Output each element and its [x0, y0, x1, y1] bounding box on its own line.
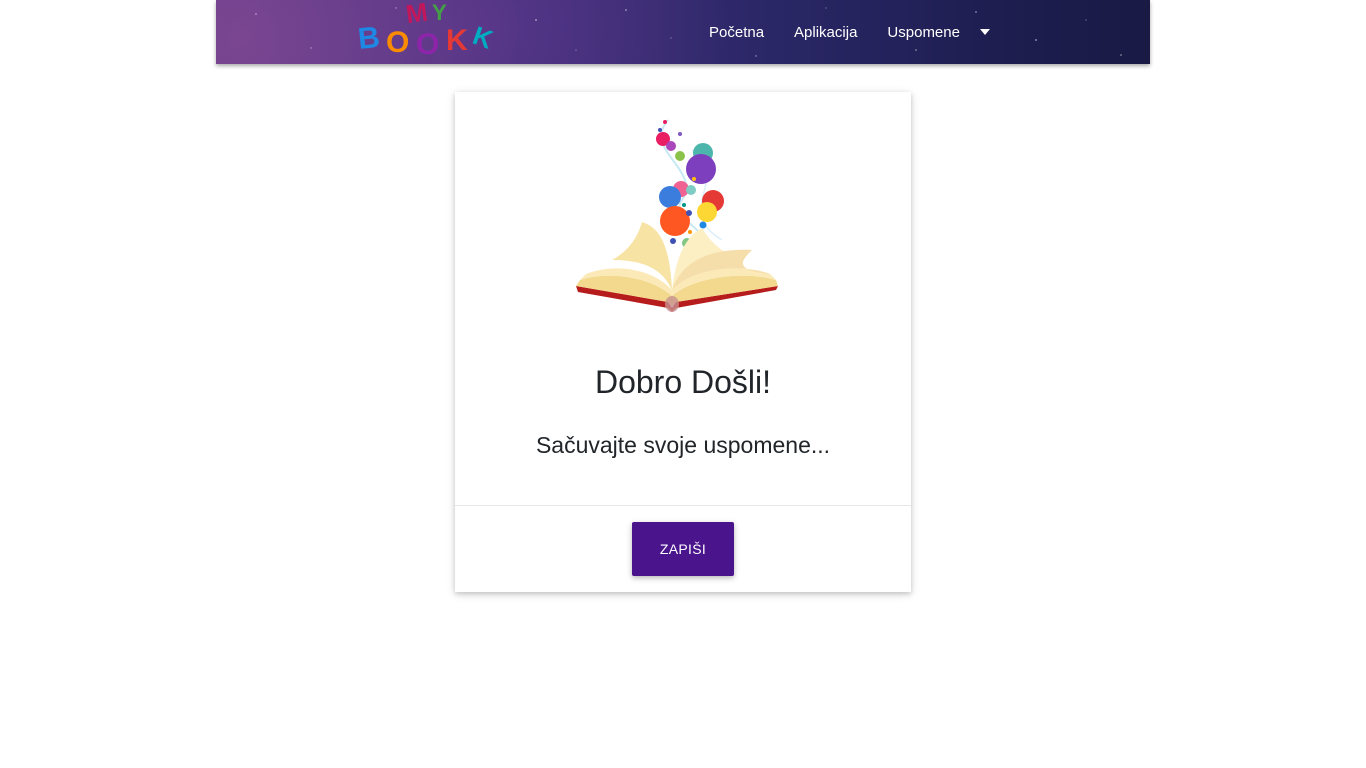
nav-links: Početna Aplikacija Uspomene — [709, 0, 990, 64]
open-book-bubbles-illustration — [576, 119, 778, 312]
svg-text:O: O — [416, 28, 439, 58]
zapisi-button[interactable]: ZAPIŠI — [632, 522, 734, 576]
svg-text:K: K — [446, 24, 468, 57]
welcome-title: Dobro Došli! — [594, 364, 772, 400]
svg-text:B: B — [358, 21, 381, 56]
welcome-subtitle: Sačuvajte svoje uspomene... — [535, 432, 831, 458]
svg-text:K: K — [469, 20, 497, 55]
svg-text:O: O — [386, 26, 409, 58]
nav-dropdown-label[interactable]: Uspomene — [887, 24, 960, 41]
nav-link-pocetna[interactable]: Početna — [709, 24, 764, 41]
navbar: M Y B O O K K Početna Aplikacija Uspomen… — [216, 0, 1150, 64]
card-divider — [455, 505, 911, 506]
welcome-card: Dobro Došli! Sačuvajte svoje uspomene...… — [455, 92, 911, 592]
caret-down-icon[interactable] — [979, 29, 990, 35]
mybook-logo-icon[interactable]: M Y B O O K K — [358, 0, 506, 58]
nav-link-aplikacija[interactable]: Aplikacija — [794, 24, 857, 41]
svg-text:M: M — [404, 0, 430, 29]
nav-dropdown-uspomene[interactable]: Uspomene — [887, 24, 990, 41]
starry-background — [255, 7, 1122, 57]
svg-text:Y: Y — [432, 0, 447, 25]
